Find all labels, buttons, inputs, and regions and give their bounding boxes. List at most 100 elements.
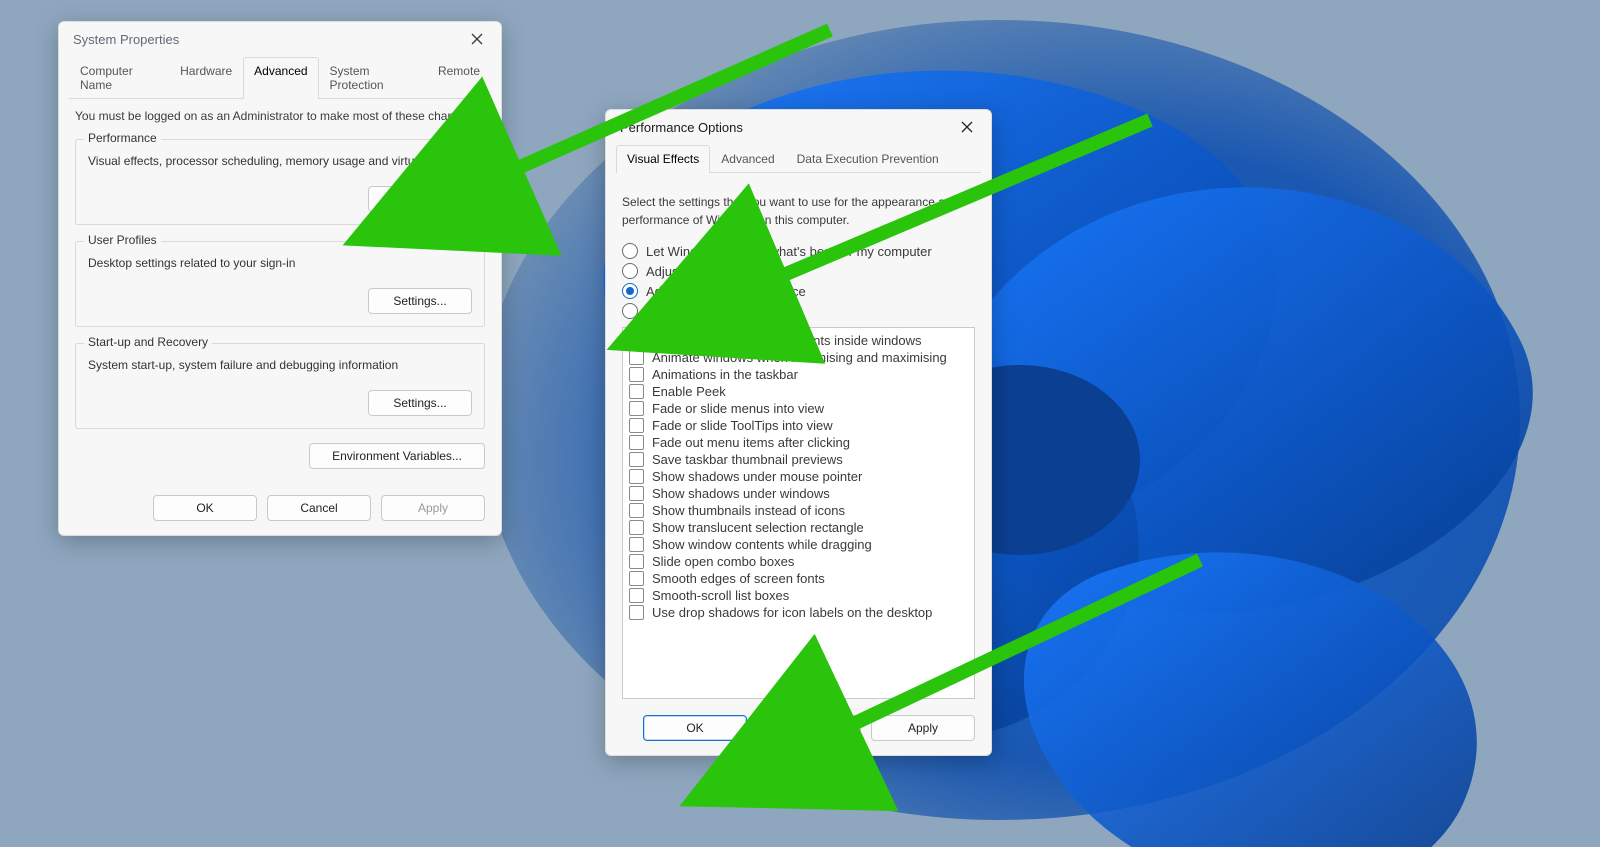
checkbox-option[interactable]: Use drop shadows for icon labels on the … <box>629 604 968 621</box>
checkbox-label: Animate controls and elements inside win… <box>652 333 922 348</box>
radio-icon <box>622 283 638 299</box>
tab-remote[interactable]: Remote <box>427 57 491 99</box>
performance-options-title: Performance Options <box>620 120 743 135</box>
radio-label: Let Windows choose what's best for my co… <box>646 244 932 259</box>
checkbox-option[interactable]: Show thumbnails instead of icons <box>629 502 968 519</box>
visual-effects-list[interactable]: Animate controls and elements inside win… <box>622 327 975 699</box>
checkbox-icon <box>629 418 644 433</box>
checkbox-option[interactable]: Animations in the taskbar <box>629 366 968 383</box>
group-startup-recovery-legend: Start-up and Recovery <box>84 335 212 349</box>
tab-advanced[interactable]: Advanced <box>243 57 318 99</box>
radio-label: Custom: <box>646 304 694 319</box>
checkbox-option[interactable]: Smooth edges of screen fonts <box>629 570 968 587</box>
checkbox-label: Fade out menu items after clicking <box>652 435 850 450</box>
performance-settings-button[interactable]: Settings... <box>368 186 472 212</box>
radio-icon <box>622 263 638 279</box>
checkbox-icon <box>629 605 644 620</box>
checkbox-label: Show thumbnails instead of icons <box>652 503 845 518</box>
checkbox-option[interactable]: Show window contents while dragging <box>629 536 968 553</box>
checkbox-option[interactable]: Enable Peek <box>629 383 968 400</box>
checkbox-option[interactable]: Save taskbar thumbnail previews <box>629 451 968 468</box>
checkbox-icon <box>629 367 644 382</box>
tab-visual-effects[interactable]: Visual Effects <box>616 145 710 173</box>
performance-options-titlebar[interactable]: Performance Options <box>606 110 991 144</box>
startup-recovery-settings-button[interactable]: Settings... <box>368 390 472 416</box>
group-performance-desc: Visual effects, processor scheduling, me… <box>88 154 472 168</box>
checkbox-label: Use drop shadows for icon labels on the … <box>652 605 932 620</box>
perfopt-apply-button[interactable]: Apply <box>871 715 975 741</box>
group-user-profiles: User Profiles Desktop settings related t… <box>75 241 485 327</box>
radio-option[interactable]: Adjust for best appearance <box>622 263 975 279</box>
checkbox-icon <box>629 520 644 535</box>
checkbox-label: Fade or slide ToolTips into view <box>652 418 833 433</box>
sysprops-apply-button[interactable]: Apply <box>381 495 485 521</box>
radio-label: Adjust for best appearance <box>646 264 801 279</box>
system-properties-window: System Properties Computer Name Hardware… <box>58 21 502 536</box>
checkbox-label: Smooth-scroll list boxes <box>652 588 789 603</box>
tab-computer-name[interactable]: Computer Name <box>69 57 169 99</box>
sysprops-ok-button[interactable]: OK <box>153 495 257 521</box>
sysprops-cancel-button[interactable]: Cancel <box>267 495 371 521</box>
checkbox-option[interactable]: Animate controls and elements inside win… <box>629 332 968 349</box>
tab-system-protection[interactable]: System Protection <box>319 57 427 99</box>
performance-options-window: Performance Options Visual Effects Advan… <box>605 109 992 756</box>
radio-icon <box>622 243 638 259</box>
radio-option[interactable]: Let Windows choose what's best for my co… <box>622 243 975 259</box>
checkbox-label: Show shadows under windows <box>652 486 830 501</box>
close-icon[interactable] <box>463 25 491 53</box>
checkbox-label: Fade or slide menus into view <box>652 401 824 416</box>
checkbox-option[interactable]: Slide open combo boxes <box>629 553 968 570</box>
checkbox-label: Show window contents while dragging <box>652 537 872 552</box>
radio-option[interactable]: Adjust for best performance <box>622 283 975 299</box>
checkbox-option[interactable]: Show shadows under mouse pointer <box>629 468 968 485</box>
performance-options-footer: OK Cancel Apply <box>606 703 991 755</box>
group-performance: Performance Visual effects, processor sc… <box>75 139 485 225</box>
group-user-profiles-legend: User Profiles <box>84 233 161 247</box>
checkbox-label: Slide open combo boxes <box>652 554 794 569</box>
checkbox-icon <box>629 401 644 416</box>
checkbox-option[interactable]: Show shadows under windows <box>629 485 968 502</box>
checkbox-option[interactable]: Fade out menu items after clicking <box>629 434 968 451</box>
environment-variables-button[interactable]: Environment Variables... <box>309 443 485 469</box>
system-properties-titlebar[interactable]: System Properties <box>59 22 501 56</box>
tab-hardware[interactable]: Hardware <box>169 57 243 99</box>
checkbox-label: Smooth edges of screen fonts <box>652 571 825 586</box>
radio-option[interactable]: Custom: <box>622 303 975 319</box>
checkbox-label: Show shadows under mouse pointer <box>652 469 862 484</box>
group-user-profiles-desc: Desktop settings related to your sign-in <box>88 256 472 270</box>
checkbox-option[interactable]: Show translucent selection rectangle <box>629 519 968 536</box>
performance-options-instructions: Select the settings that you want to use… <box>622 193 975 229</box>
system-properties-footer: OK Cancel Apply <box>59 483 501 535</box>
checkbox-icon <box>629 333 644 348</box>
checkbox-label: Show translucent selection rectangle <box>652 520 864 535</box>
checkbox-option[interactable]: Smooth-scroll list boxes <box>629 587 968 604</box>
checkbox-icon <box>629 486 644 501</box>
perfopt-cancel-button[interactable]: Cancel <box>757 715 861 741</box>
checkbox-icon <box>629 350 644 365</box>
checkbox-option[interactable]: Animate windows when minimising and maxi… <box>629 349 968 366</box>
checkbox-icon <box>629 503 644 518</box>
radio-icon <box>622 303 638 319</box>
system-properties-tabs: Computer Name Hardware Advanced System P… <box>69 56 491 99</box>
tab-dep[interactable]: Data Execution Prevention <box>786 145 950 173</box>
perfopt-ok-button[interactable]: OK <box>643 715 747 741</box>
checkbox-icon <box>629 537 644 552</box>
checkbox-icon <box>629 588 644 603</box>
checkbox-icon <box>629 384 644 399</box>
checkbox-label: Animations in the taskbar <box>652 367 798 382</box>
radio-label: Adjust for best performance <box>646 284 806 299</box>
group-startup-recovery-desc: System start-up, system failure and debu… <box>88 358 472 372</box>
checkbox-label: Save taskbar thumbnail previews <box>652 452 843 467</box>
admin-notice: You must be logged on as an Administrato… <box>75 109 485 123</box>
checkbox-option[interactable]: Fade or slide ToolTips into view <box>629 417 968 434</box>
group-startup-recovery: Start-up and Recovery System start-up, s… <box>75 343 485 429</box>
system-properties-title: System Properties <box>73 32 179 47</box>
user-profiles-settings-button[interactable]: Settings... <box>368 288 472 314</box>
checkbox-icon <box>629 435 644 450</box>
checkbox-icon <box>629 452 644 467</box>
checkbox-option[interactable]: Fade or slide menus into view <box>629 400 968 417</box>
checkbox-icon <box>629 554 644 569</box>
performance-options-tabs: Visual Effects Advanced Data Execution P… <box>616 144 981 173</box>
tab-advanced[interactable]: Advanced <box>710 145 785 173</box>
close-icon[interactable] <box>953 113 981 141</box>
